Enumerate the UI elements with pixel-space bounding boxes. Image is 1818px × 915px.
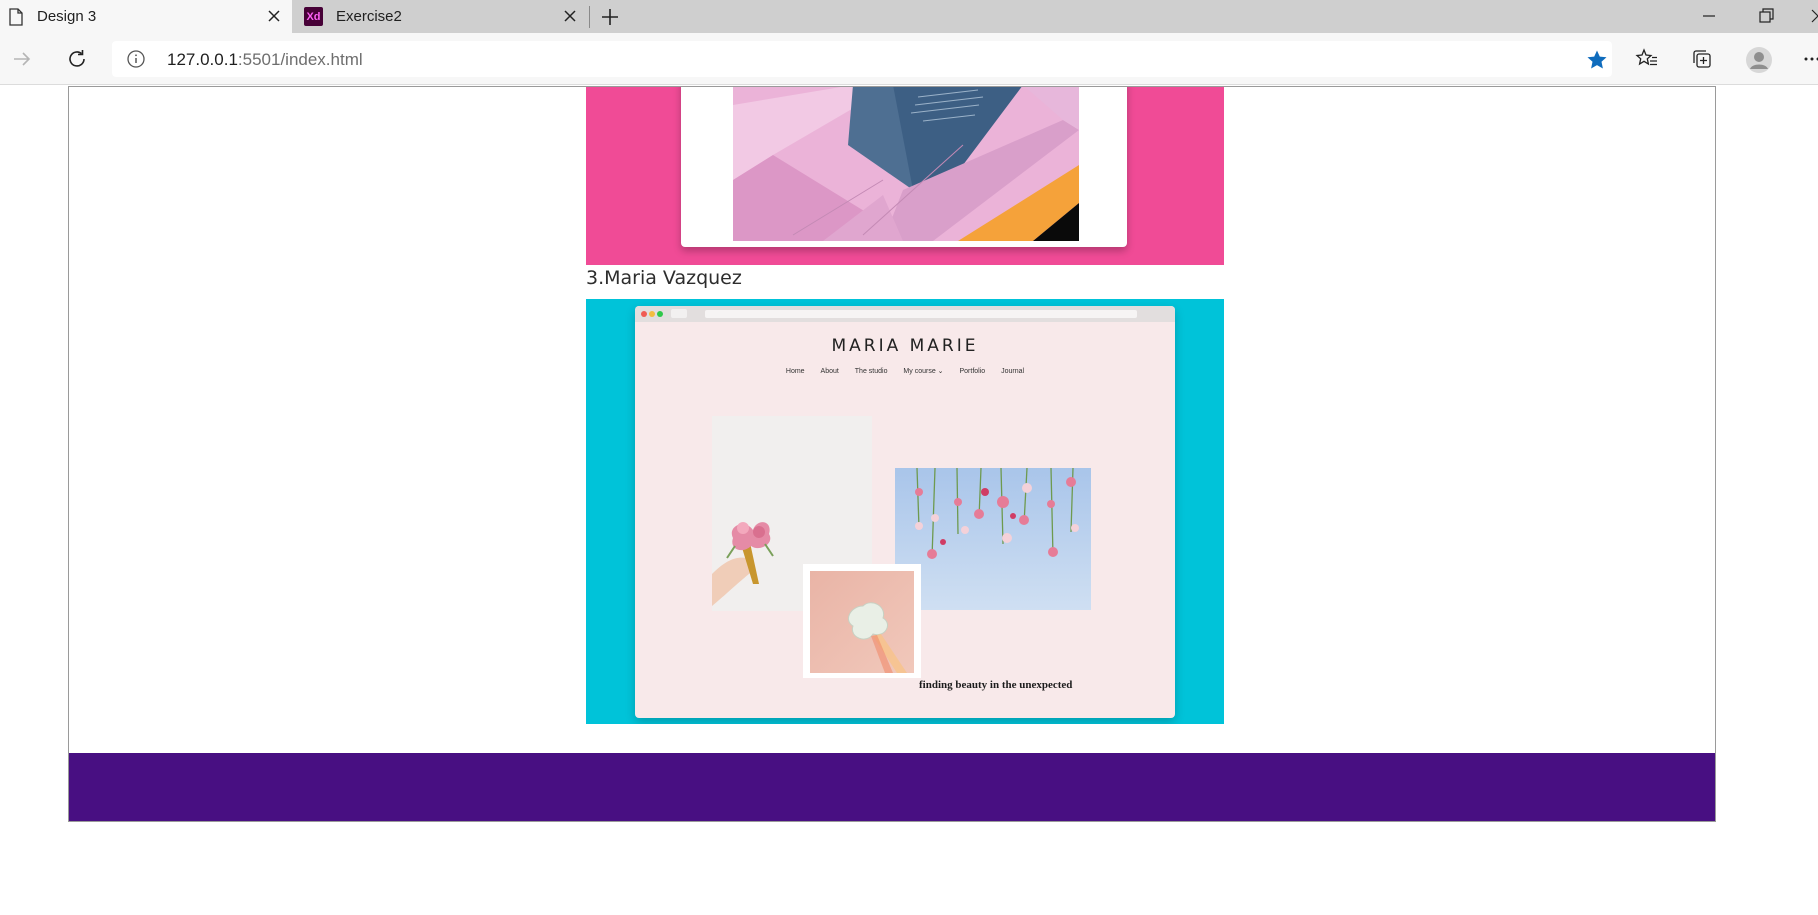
tab-divider (589, 6, 590, 28)
favorite-star-icon[interactable] (1585, 48, 1609, 72)
close-tab-icon[interactable] (266, 8, 282, 24)
info-icon[interactable] (126, 49, 146, 69)
tab-design-3[interactable]: Design 3 (0, 0, 292, 33)
portfolio-image-cyan: MARIA MARIE Home About The studio My cou… (586, 299, 1224, 724)
page-footer (69, 753, 1715, 821)
restore-icon[interactable] (1754, 4, 1778, 28)
more-options-icon[interactable] (1803, 47, 1818, 71)
page-container: 3.Maria Vazquez MARIA MARIE Home About T… (68, 86, 1716, 822)
books-illustration (733, 87, 1079, 241)
tab-bar: Design 3 Xd Exercise2 (0, 0, 1818, 33)
profile-avatar-icon[interactable] (1745, 46, 1773, 74)
tab-title: Design 3 (37, 8, 97, 25)
close-tab-icon[interactable] (562, 8, 578, 24)
minimize-icon[interactable] (1697, 4, 1721, 28)
url-text[interactable]: 127.0.0.1:5501/index.html (167, 50, 363, 70)
url-host: 127.0.0.1 (167, 50, 238, 69)
forward-icon[interactable] (10, 47, 34, 71)
portfolio-item-heading: 3.Maria Vazquez (586, 267, 742, 289)
url-path: :5501/index.html (237, 50, 363, 69)
page-viewport: 3.Maria Vazquez MARIA MARIE Home About T… (0, 86, 1818, 915)
new-tab-icon[interactable] (598, 5, 622, 29)
address-bar[interactable]: 127.0.0.1:5501/index.html (112, 41, 1612, 77)
pink-card-inner (681, 87, 1127, 247)
tab-title: Exercise2 (336, 8, 402, 25)
browser-toolbar: 127.0.0.1:5501/index.html (0, 33, 1818, 85)
refresh-icon[interactable] (65, 47, 89, 71)
website-mockup: MARIA MARIE Home About The studio My cou… (635, 306, 1175, 718)
collections-icon[interactable] (1690, 47, 1714, 71)
tab-exercise2[interactable]: Xd Exercise2 (292, 0, 588, 33)
portfolio-image-pink (586, 87, 1224, 265)
books-photo (733, 87, 1079, 241)
favorites-list-icon[interactable] (1635, 47, 1659, 71)
mockup-collage (712, 416, 1091, 678)
xd-icon: Xd (304, 7, 323, 26)
close-window-icon[interactable] (1806, 4, 1818, 28)
page-icon (9, 8, 23, 26)
mockup-tagline: finding beauty in the unexpected (919, 679, 1073, 691)
